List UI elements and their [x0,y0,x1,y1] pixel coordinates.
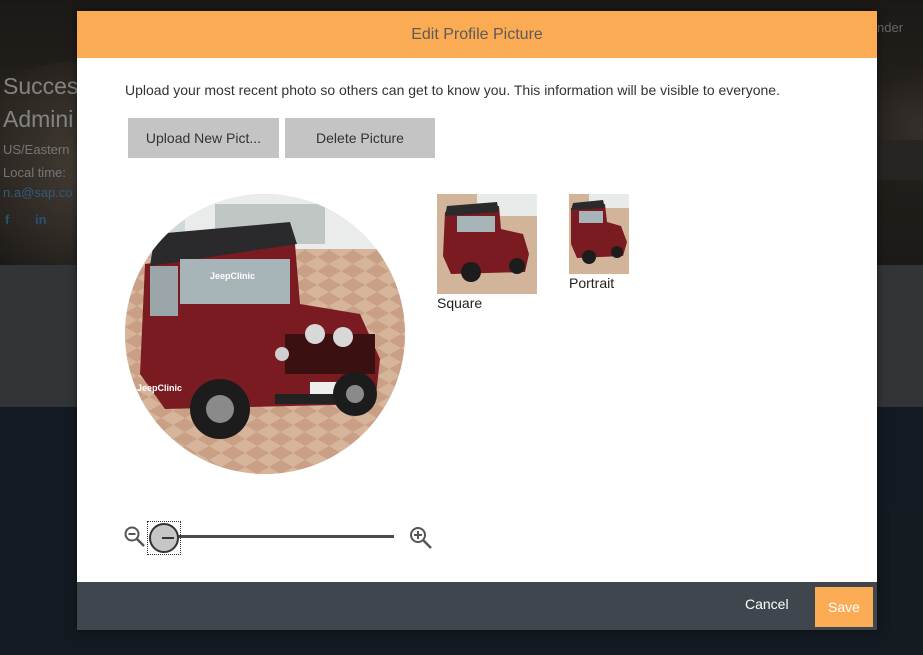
zoom-out-icon[interactable] [124,526,146,548]
save-button[interactable]: Save [815,587,873,627]
cancel-button[interactable]: Cancel [745,596,789,612]
zoom-in-icon[interactable] [409,526,433,550]
upload-new-picture-button[interactable]: Upload New Pict... [128,118,279,158]
portrait-preview-image [569,194,629,274]
dialog-title: Edit Profile Picture [77,11,877,58]
dialog-instructions: Upload your most recent photo so others … [125,82,780,98]
photo-watermark: JeepClinic [210,271,255,281]
jeep-photo: JeepClinic JeepClinic [125,194,405,474]
delete-picture-button[interactable]: Delete Picture [285,118,435,158]
zoom-slider-knob[interactable] [149,523,179,553]
photo-crop-area[interactable]: JeepClinic JeepClinic [125,194,405,474]
square-preview [437,194,537,294]
edit-profile-picture-dialog: Edit Profile Picture Upload your most re… [77,11,877,630]
zoom-slider-track[interactable] [164,535,394,538]
portrait-preview [569,194,629,274]
portrait-preview-label: Portrait [569,275,615,291]
photo-watermark: JeepClinic [137,383,182,393]
zoom-slider-handle[interactable] [147,521,181,555]
square-preview-label: Square [437,295,483,311]
dialog-footer: Cancel Save [77,582,877,630]
square-preview-image [437,194,537,294]
